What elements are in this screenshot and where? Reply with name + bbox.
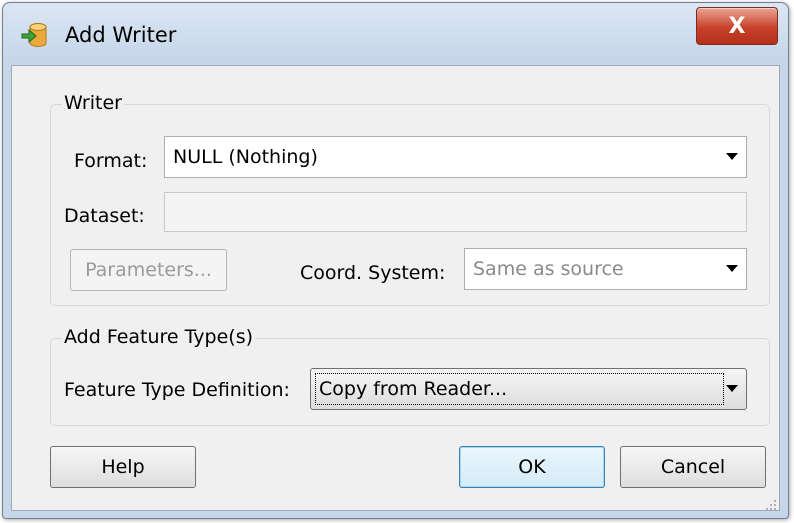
dialog-title: Add Writer — [65, 23, 177, 47]
coord-system-select[interactable]: Same as source — [464, 248, 747, 290]
format-value: NULL (Nothing) — [173, 146, 318, 168]
help-button[interactable]: Help — [50, 446, 196, 488]
feature-type-definition-value: Copy from Reader... — [319, 378, 508, 400]
ok-button[interactable]: OK — [459, 446, 605, 488]
dataset-label: Dataset: — [64, 205, 145, 227]
feature-type-definition-select[interactable]: Copy from Reader... — [310, 368, 747, 410]
chevron-down-icon[interactable] — [726, 385, 738, 392]
coord-system-label: Coord. System: — [300, 262, 446, 284]
writer-group-label: Writer — [62, 92, 124, 114]
cancel-button-label: Cancel — [660, 456, 726, 478]
feature-type-definition-label: Feature Type Definition: — [64, 379, 290, 401]
parameters-button[interactable]: Parameters... — [70, 249, 227, 291]
dialog-body: Writer Format: NULL (Nothing) Dataset: P… — [11, 65, 780, 511]
close-button[interactable]: X — [696, 7, 778, 45]
add-writer-dialog: Add Writer X Writer Format: NULL (Nothin… — [2, 2, 789, 519]
coord-system-value: Same as source — [473, 258, 624, 280]
dataset-field[interactable] — [164, 192, 747, 232]
help-button-label: Help — [101, 456, 145, 478]
chevron-down-icon[interactable] — [726, 153, 738, 160]
close-icon: X — [728, 13, 746, 39]
resize-grip-icon[interactable] — [763, 494, 777, 510]
chevron-down-icon[interactable] — [726, 265, 738, 272]
feature-type-group-label: Add Feature Type(s) — [62, 326, 256, 348]
parameters-button-label: Parameters... — [85, 259, 212, 281]
database-arrow-icon — [21, 21, 49, 49]
format-select[interactable]: NULL (Nothing) — [164, 136, 747, 178]
format-label: Format: — [74, 150, 148, 172]
cancel-button[interactable]: Cancel — [620, 446, 766, 488]
ok-button-label: OK — [518, 456, 546, 478]
title-bar[interactable]: Add Writer X — [3, 3, 788, 63]
